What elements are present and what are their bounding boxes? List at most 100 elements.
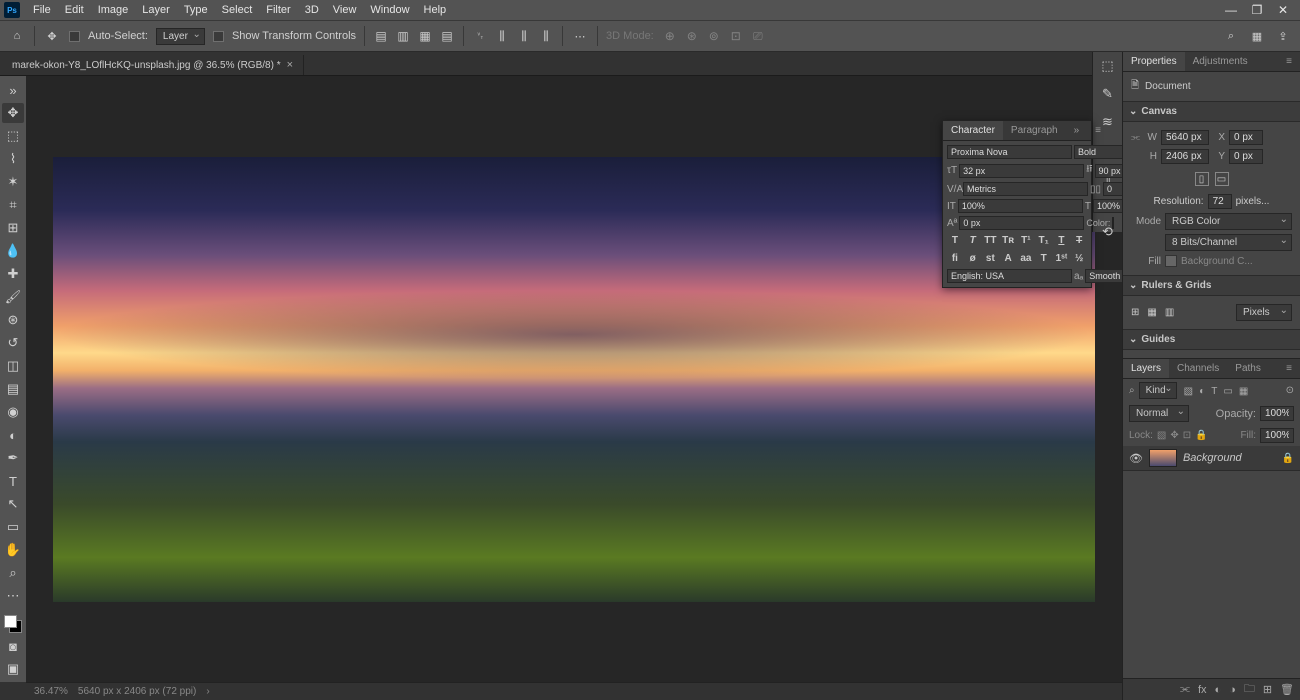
frame-tool[interactable]: ⊞ xyxy=(2,218,24,238)
menu-3d[interactable]: 3D xyxy=(298,2,326,18)
panel-collapse-icon[interactable]: » xyxy=(1066,121,1088,140)
layers-menu-icon[interactable]: ≡ xyxy=(1278,359,1300,378)
gradient-tool[interactable]: ▤ xyxy=(2,379,24,399)
layer-filter-icons[interactable]: ▧ ◐ T ▭ ▦ xyxy=(1181,385,1249,397)
share-icon[interactable]: ⇪ xyxy=(1274,27,1292,45)
adjustment-layer-icon[interactable]: ◑ xyxy=(1229,684,1236,696)
character-tab[interactable]: Character xyxy=(943,121,1003,140)
ruler-units-dropdown[interactable]: Pixels xyxy=(1236,304,1292,321)
baseline-input[interactable] xyxy=(959,216,1084,230)
link-layers-icon[interactable]: ⫘ xyxy=(1180,683,1190,696)
superscript[interactable]: T¹ xyxy=(1019,235,1033,246)
strikethrough[interactable]: T xyxy=(1072,235,1086,246)
guides-icon[interactable]: ▥ xyxy=(1165,307,1174,318)
ordinals2[interactable]: 1ˢᵗ xyxy=(1054,253,1068,264)
color-swatches[interactable] xyxy=(4,615,22,633)
distribute-h-icon[interactable]: ␋ xyxy=(472,28,488,44)
distribute-v-icon[interactable]: ⫼ xyxy=(494,28,510,44)
filter-type-icon[interactable]: T xyxy=(1211,386,1217,397)
opacity-input[interactable] xyxy=(1260,406,1294,421)
align-center-icon[interactable]: ▥ xyxy=(395,28,411,44)
character-panel[interactable]: Character Paragraph » ≡ τT ⭿ V/A ▯▯ IT T xyxy=(942,120,1092,288)
resolution-unit[interactable]: pixels... xyxy=(1236,196,1270,207)
auto-select-dropdown[interactable]: Layer xyxy=(156,28,205,45)
small-caps[interactable]: Tʀ xyxy=(1001,235,1015,246)
workspace-icon[interactable]: ▦ xyxy=(1248,27,1266,45)
menu-window[interactable]: Window xyxy=(363,2,416,18)
clone-tool[interactable]: ⊛ xyxy=(2,310,24,330)
all-caps[interactable]: TT xyxy=(983,235,997,246)
grid-icon[interactable]: ▦ xyxy=(1147,307,1156,318)
menu-select[interactable]: Select xyxy=(215,2,260,18)
layer-thumbnail[interactable] xyxy=(1149,449,1177,467)
lock-all-icon[interactable]: 🔒 xyxy=(1195,430,1207,441)
marquee-tool[interactable]: ⬚ xyxy=(2,126,24,146)
menu-type[interactable]: Type xyxy=(177,2,215,18)
path-select-tool[interactable]: ↖ xyxy=(2,494,24,514)
properties-menu-icon[interactable]: ≡ xyxy=(1278,52,1300,71)
subscript[interactable]: T₁ xyxy=(1037,235,1051,246)
color-mode-dropdown[interactable]: RGB Color xyxy=(1165,213,1292,230)
height-input[interactable] xyxy=(1161,149,1209,164)
filter-smart-icon[interactable]: ▦ xyxy=(1239,386,1248,397)
tab-close-icon[interactable]: × xyxy=(287,59,293,71)
link-wh-icon[interactable]: ⫘ xyxy=(1131,132,1141,143)
delete-layer-icon[interactable]: 🗑 xyxy=(1280,683,1294,696)
font-size-input[interactable] xyxy=(959,164,1084,178)
new-layer-icon[interactable]: ⊞ xyxy=(1263,683,1272,696)
lock-pixels-icon[interactable]: ▧ xyxy=(1157,430,1166,441)
move-tool[interactable]: ✥ xyxy=(2,103,24,123)
crop-tool[interactable]: ⌗ xyxy=(2,195,24,215)
ruler-icon[interactable]: ⊞ xyxy=(1131,307,1139,318)
filter-shape-icon[interactable]: ▭ xyxy=(1223,386,1232,397)
channels-tab[interactable]: Channels xyxy=(1169,359,1227,378)
align-left-icon[interactable]: ▤ xyxy=(373,28,389,44)
menu-view[interactable]: View xyxy=(326,2,364,18)
filter-toggle-icon[interactable]: ⊙ xyxy=(1286,385,1294,396)
auto-select-checkbox[interactable] xyxy=(69,31,80,42)
layers-tab[interactable]: Layers xyxy=(1123,359,1169,378)
halves[interactable]: ½ xyxy=(1072,253,1086,264)
screen-mode-tool[interactable]: ▣ xyxy=(2,659,24,679)
history-brush-tool[interactable]: ↺ xyxy=(2,333,24,353)
layer-name[interactable]: Background xyxy=(1183,452,1242,464)
healing-tool[interactable]: ✚ xyxy=(2,264,24,284)
layer-mask-icon[interactable]: ◐ xyxy=(1215,684,1222,696)
group-icon[interactable]: 🗀 xyxy=(1244,680,1255,699)
y-input[interactable] xyxy=(1229,149,1263,164)
window-restore[interactable]: ❐ xyxy=(1244,3,1270,17)
visibility-icon[interactable]: 👁 xyxy=(1129,452,1143,465)
lasso-tool[interactable]: ⌇ xyxy=(2,149,24,169)
menu-image[interactable]: Image xyxy=(91,2,136,18)
filter-adjust-icon[interactable]: ◐ xyxy=(1199,386,1205,397)
layer-fx-icon[interactable]: fx xyxy=(1198,684,1207,696)
fill-swatch[interactable] xyxy=(1165,255,1177,267)
brush-tool[interactable]: 🖌 xyxy=(2,287,24,307)
search-icon[interactable]: ⌕ xyxy=(1222,27,1240,45)
font-family-input[interactable] xyxy=(947,145,1072,159)
align-icons[interactable]: ▤ ▥ ▦ ▤ xyxy=(373,28,455,44)
dock-brushes-icon[interactable]: ✎ xyxy=(1099,86,1117,102)
window-close[interactable]: ✕ xyxy=(1270,3,1296,17)
menu-edit[interactable]: Edit xyxy=(58,2,91,18)
titling[interactable]: aa xyxy=(1019,253,1033,264)
quick-mask-tool[interactable]: ◙ xyxy=(2,636,24,656)
foreground-color[interactable] xyxy=(4,615,17,628)
align-right-icon[interactable]: ▦ xyxy=(417,28,433,44)
window-minimize[interactable]: — xyxy=(1218,3,1244,17)
faux-bold[interactable]: T xyxy=(948,235,962,246)
pen-tool[interactable]: ✒ xyxy=(2,448,24,468)
zoom-tool[interactable]: ⌕ xyxy=(2,563,24,583)
distribute-3-icon[interactable]: ⫼ xyxy=(516,28,532,44)
properties-tab[interactable]: Properties xyxy=(1123,52,1185,71)
dock-color-icon[interactable]: ⬚ xyxy=(1099,58,1117,74)
language-input[interactable] xyxy=(947,269,1072,283)
more-options-icon[interactable]: ⋯ xyxy=(571,27,589,45)
edit-toolbar[interactable]: ⋯ xyxy=(2,586,24,606)
document-tab[interactable]: marek-okon-Y8_LOflHcKQ-unsplash.jpg @ 36… xyxy=(2,55,304,75)
filter-pixel-icon[interactable]: ▧ xyxy=(1184,386,1193,397)
paths-tab[interactable]: Paths xyxy=(1227,359,1269,378)
zoom-value[interactable]: 36.47% xyxy=(34,686,68,697)
eraser-tool[interactable]: ◫ xyxy=(2,356,24,376)
adjustments-tab[interactable]: Adjustments xyxy=(1185,52,1256,71)
